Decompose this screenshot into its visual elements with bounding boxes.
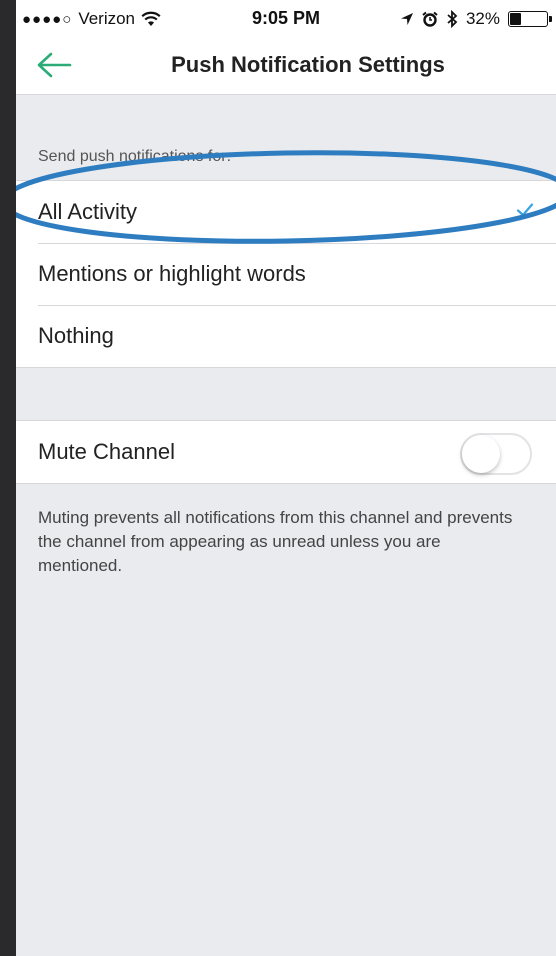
option-nothing[interactable]: Nothing	[16, 305, 556, 367]
notifications-section-header: Send push notifications for:	[38, 148, 232, 165]
option-all-activity[interactable]: All Activity	[16, 181, 556, 243]
app-screen: ●●●●○ Verizon 9:05 PM 32% Push Notificat…	[16, 0, 556, 956]
mute-channel-toggle[interactable]	[460, 433, 532, 475]
option-label: All Activity	[38, 199, 138, 224]
navigation-bar: Push Notification Settings	[16, 38, 556, 95]
mute-channel-row[interactable]: Mute Channel	[16, 421, 556, 483]
toggle-knob	[462, 435, 500, 473]
page-title: Push Notification Settings	[171, 52, 445, 77]
battery-percent: 32%	[465, 9, 500, 28]
mute-settings-group: Mute Channel	[16, 420, 556, 484]
notification-options-list: All Activity Mentions or highlight words…	[16, 180, 556, 368]
battery-icon	[508, 11, 552, 27]
option-label: Nothing	[38, 323, 114, 348]
alarm-icon	[422, 11, 438, 27]
checkmark-icon	[516, 203, 534, 217]
bluetooth-icon	[447, 10, 458, 28]
location-icon	[400, 13, 413, 25]
option-mentions[interactable]: Mentions or highlight words	[16, 243, 556, 305]
status-bar: ●●●●○ Verizon 9:05 PM 32%	[16, 0, 556, 38]
mute-help-text: Muting prevents all notifications from t…	[38, 508, 513, 575]
mute-channel-label: Mute Channel	[38, 439, 175, 464]
option-label: Mentions or highlight words	[38, 261, 306, 286]
status-right: 32%	[400, 9, 552, 29]
device-bezel	[0, 0, 16, 956]
battery-level-fill	[510, 13, 521, 25]
